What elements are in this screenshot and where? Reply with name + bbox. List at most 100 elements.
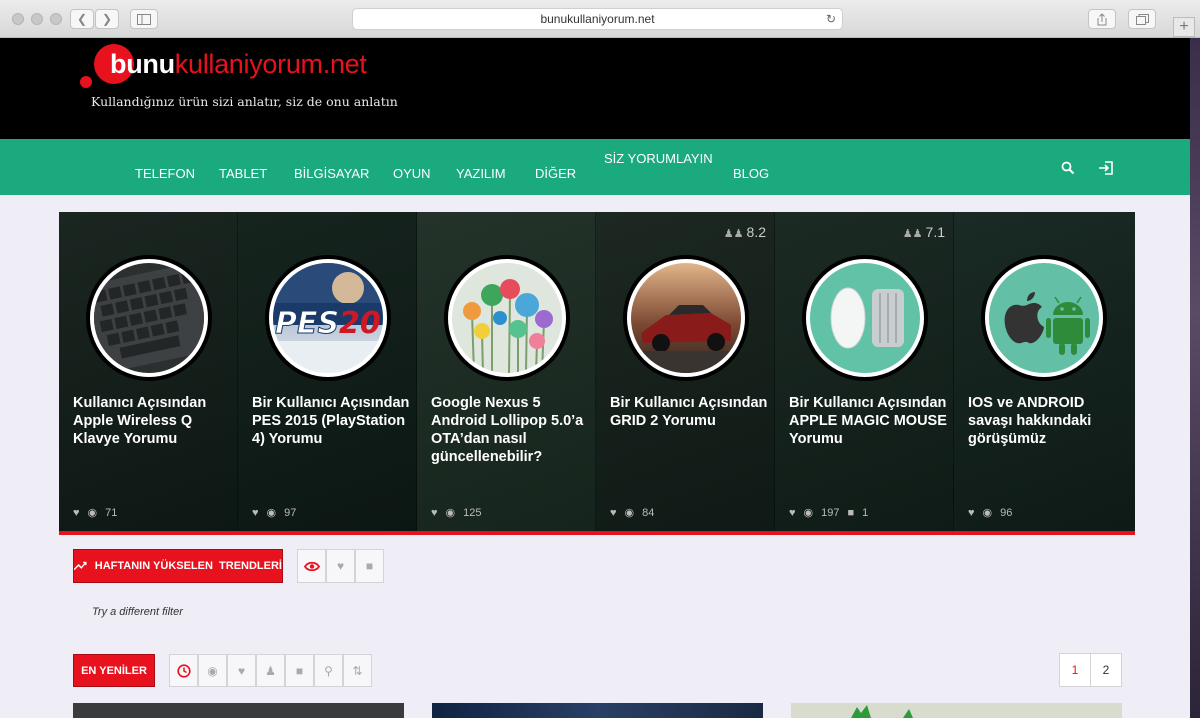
- card-title[interactable]: Bir Kullanıcı Açısından GRID 2 Yorumu: [610, 394, 770, 430]
- heart-icon[interactable]: ♥: [73, 507, 80, 519]
- post-thumbnail[interactable]: [73, 703, 404, 718]
- slider-card[interactable]: PES 20 Bir Kullanıcı Açısından PES 2015 …: [238, 212, 417, 531]
- trending-button-label: HAFTANIN YÜKSELEN TRENDLERİ: [94, 560, 282, 572]
- eye-icon: ◉: [445, 507, 456, 519]
- trending-up-icon: [74, 561, 87, 571]
- eye-icon: ◉: [982, 507, 993, 519]
- card-title[interactable]: Google Nexus 5 Android Lollipop 5.0’a OT…: [431, 394, 591, 466]
- sidebar-icon: [137, 13, 151, 25]
- nav-item-diger[interactable]: DİĞER: [535, 166, 576, 181]
- tabs-overview-button[interactable]: [1128, 9, 1156, 29]
- magic-mouse-image: [830, 287, 904, 349]
- nav-item-blog[interactable]: BLOG: [733, 166, 769, 181]
- nav-item-yazilim[interactable]: YAZILIM: [456, 166, 506, 181]
- heart-icon[interactable]: ♥: [789, 507, 796, 519]
- score-value: 8.2: [746, 224, 766, 240]
- logo-dot: [80, 76, 92, 88]
- sidebar-toggle-button[interactable]: [130, 9, 158, 29]
- nav-item-siz-yorumlayin[interactable]: SİZ YORUMLAYIN: [604, 151, 713, 166]
- score-value: 7.1: [925, 224, 945, 240]
- comment-count: 1: [862, 506, 869, 519]
- comment-icon: ■: [295, 663, 304, 678]
- card-image: [985, 259, 1103, 377]
- latest-button[interactable]: EN YENİLER: [73, 654, 155, 687]
- share-button[interactable]: [1088, 9, 1116, 29]
- logo-light-text: kullaniyorum.net: [174, 49, 367, 79]
- filter-views[interactable]: [297, 549, 326, 583]
- view-count: 197: [821, 506, 840, 519]
- nav-item-bilgisayar[interactable]: BİLGİSAYAR: [294, 166, 369, 181]
- sort-alphabetical[interactable]: ⇅: [343, 654, 372, 687]
- site-tagline: Kullandığınız ürün sizi anlatır, siz de …: [91, 94, 398, 109]
- back-button[interactable]: ❮: [70, 9, 94, 29]
- eye-icon: [303, 561, 320, 571]
- minimize-window-button[interactable]: [31, 13, 43, 25]
- search-icon[interactable]: [1061, 161, 1075, 175]
- zoom-window-button[interactable]: [50, 13, 62, 25]
- plant-graphic: [851, 705, 913, 718]
- heart-icon: ♥: [336, 559, 345, 573]
- view-count: 71: [105, 506, 118, 519]
- users-icon: ♟: [265, 663, 276, 678]
- card-stats: ♥ ◉ 197 ■ 1: [789, 506, 869, 520]
- eye-icon: ◉: [266, 507, 277, 519]
- chevron-right-icon: ❯: [101, 12, 113, 26]
- sort-likes[interactable]: ♥: [227, 654, 256, 687]
- heart-icon[interactable]: ♥: [431, 507, 438, 519]
- sort-comments[interactable]: ■: [285, 654, 314, 687]
- heart-icon[interactable]: ♥: [252, 507, 259, 519]
- card-title[interactable]: IOS ve ANDROID savaşı hakkındaki görüşüm…: [968, 394, 1128, 448]
- clock-icon: [176, 663, 191, 678]
- sort-icon: ⇅: [352, 663, 363, 678]
- page-1-button[interactable]: 1: [1059, 653, 1091, 687]
- race-car-image: [631, 305, 741, 373]
- lollipop-image: [463, 279, 553, 373]
- forward-button[interactable]: ❯: [95, 9, 119, 29]
- close-window-button[interactable]: [12, 13, 24, 25]
- users-icon: ♟♟: [902, 228, 923, 240]
- card-stats: ♥ ◉ 84: [610, 506, 654, 520]
- slider-card[interactable]: ♟♟ 7.1 Bir Kullanıcı Açısından APPLE MAGI…: [775, 212, 954, 531]
- sort-users[interactable]: ♟: [256, 654, 285, 687]
- plus-icon: +: [1179, 18, 1189, 35]
- card-title[interactable]: Bir Kullanıcı Açısından PES 2015 (PlaySt…: [252, 394, 412, 448]
- page-2-button[interactable]: 2: [1090, 653, 1122, 687]
- eye-icon: ◉: [803, 507, 814, 519]
- post-thumbnail[interactable]: [791, 703, 1122, 718]
- reload-icon[interactable]: ↻: [826, 12, 836, 26]
- card-stats: ♥ ◉ 97: [252, 506, 297, 520]
- nav-item-telefon[interactable]: TELEFON: [135, 166, 195, 181]
- trophy-icon: ⚲: [324, 663, 333, 678]
- login-icon[interactable]: [1098, 160, 1114, 176]
- slider-card[interactable]: IOS ve ANDROID savaşı hakkındaki görüşüm…: [954, 212, 1135, 531]
- card-stats: ♥ ◉ 125: [431, 506, 482, 520]
- heart-icon[interactable]: ♥: [610, 507, 617, 519]
- trending-button[interactable]: HAFTANIN YÜKSELEN TRENDLERİ: [73, 549, 283, 583]
- site-logo[interactable]: bunukullaniyorum.net: [110, 48, 367, 80]
- sort-views[interactable]: ◉: [198, 654, 227, 687]
- sort-score[interactable]: ⚲: [314, 654, 343, 687]
- post-thumbnail[interactable]: [432, 703, 763, 718]
- pes-image: PES 20: [273, 263, 383, 373]
- desktop-background: [1190, 38, 1200, 718]
- eye-icon: ◉: [624, 507, 635, 519]
- address-bar[interactable]: bunukullaniyorum.net ↻: [352, 8, 843, 30]
- slider-card[interactable]: ♟♟ 8.2 Bir Kullanıcı Açısından GRID 2 Yor…: [596, 212, 775, 531]
- slider-card[interactable]: Kullanıcı Açısından Apple Wireless Q Kla…: [59, 212, 238, 531]
- view-count: 96: [1000, 506, 1013, 519]
- card-image: [627, 259, 745, 377]
- comment-icon: ■: [365, 559, 374, 573]
- card-title[interactable]: Kullanıcı Açısından Apple Wireless Q Kla…: [73, 394, 233, 448]
- nav-item-oyun[interactable]: OYUN: [393, 166, 431, 181]
- card-title[interactable]: Bir Kullanıcı Açısından APPLE MAGIC MOUS…: [789, 394, 949, 448]
- new-tab-button[interactable]: +: [1173, 17, 1195, 37]
- filter-comments[interactable]: ■: [355, 549, 384, 583]
- heart-icon[interactable]: ♥: [968, 507, 975, 519]
- filter-likes[interactable]: ♥: [326, 549, 355, 583]
- nav-item-tablet[interactable]: TABLET: [219, 166, 267, 181]
- heart-icon: ♥: [237, 663, 246, 678]
- slider-card[interactable]: Google Nexus 5 Android Lollipop 5.0’a OT…: [417, 212, 596, 531]
- featured-slider: Kullanıcı Açısından Apple Wireless Q Kla…: [59, 212, 1135, 531]
- view-count: 97: [284, 506, 297, 519]
- sort-recent[interactable]: [169, 654, 198, 687]
